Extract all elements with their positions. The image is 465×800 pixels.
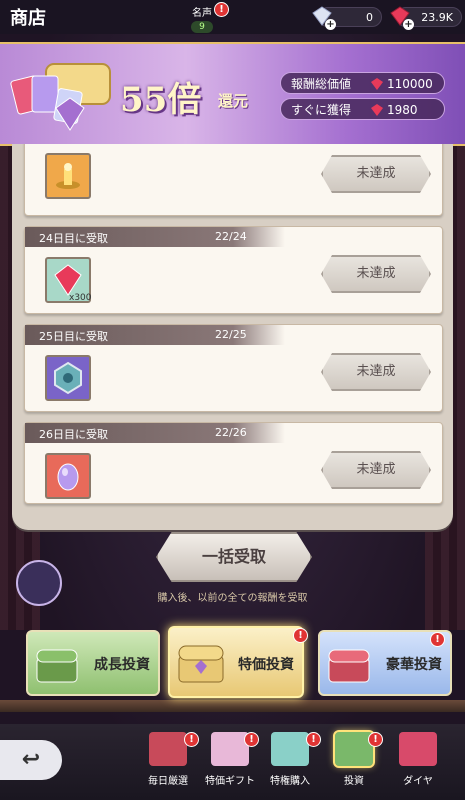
nav-alert-icon: ! <box>184 732 199 747</box>
diamond-icon <box>399 732 437 766</box>
nav-label: 投資 <box>344 776 364 787</box>
return-multiplier-suffix: 還元 <box>218 92 249 110</box>
tier-alert-icon: ! <box>430 632 445 647</box>
tier-label: 豪華投資 <box>386 657 442 673</box>
tier-growth-investment[interactable]: 成長投資 <box>26 630 160 696</box>
investment-banner: 55倍 還元 報酬総価値 110000 すぐに獲得 1980 <box>0 42 465 146</box>
reward-card: 26日目に受取 22/26 未達成 <box>24 422 443 504</box>
tier-label: 成長投資 <box>94 657 150 673</box>
page-title: 商店 <box>10 8 46 29</box>
total-value-pill: 報酬総価値 110000 <box>280 72 445 94</box>
green-chest-icon <box>36 649 78 683</box>
nav-label: 特価ギフト <box>205 776 255 787</box>
reward-day: 25日目に受取 <box>39 330 108 343</box>
reward-quantity: x300 <box>69 293 92 303</box>
nav-alert-icon: ! <box>306 732 321 747</box>
reward-card-header: 25日目に受取 22/25 <box>25 325 285 345</box>
reward-item[interactable] <box>45 153 91 199</box>
instant-value: 1980 <box>387 103 418 117</box>
tier-special-investment[interactable]: 特価投資 <box>168 626 304 698</box>
ruby-value: 23.9K <box>421 11 453 24</box>
reward-card: 25日目に受取 22/25 未達成 <box>24 324 443 412</box>
instant-value-pill: すぐに獲得 1980 <box>280 98 445 120</box>
stage-pedestal <box>0 700 465 712</box>
reward-progress: 22/26 <box>215 426 247 439</box>
daily-pick-icon <box>149 732 187 766</box>
fame-alert-icon: ! <box>214 2 229 17</box>
crystal-value: 0 <box>366 11 373 24</box>
bulk-claim-button[interactable]: 一括受取 <box>156 532 312 582</box>
total-value: 110000 <box>387 77 433 91</box>
reward-progress: 22/25 <box>215 328 247 341</box>
nav-label: 特権購入 <box>270 776 310 787</box>
reward-list[interactable]: 未達成 24日目に受取 22/24 x300 未達成 25日目に受取 22/25… <box>12 144 453 530</box>
treasure-chest-icon <box>10 63 111 131</box>
ruby-currency[interactable]: + 23.9K <box>390 6 462 30</box>
fame-indicator[interactable]: 名声 9 <box>187 1 217 33</box>
reward-status-button[interactable]: 未達成 <box>321 451 431 489</box>
reward-card-header: 26日目に受取 22/26 <box>25 423 285 443</box>
nav-label: ダイヤ <box>403 776 433 787</box>
return-multiplier: 55倍 <box>120 80 202 120</box>
reward-card-header: 24日目に受取 22/24 <box>25 227 285 247</box>
reward-item[interactable] <box>45 453 91 499</box>
total-value-label: 報酬総価値 <box>291 77 352 91</box>
crystal-currency[interactable]: + 0 <box>312 6 382 30</box>
ruby-icon <box>371 104 383 116</box>
reward-card: 未達成 <box>24 144 443 216</box>
reward-status-button[interactable]: 未達成 <box>321 255 431 293</box>
reward-day: 24日目に受取 <box>39 232 108 245</box>
nav-alert-icon: ! <box>244 732 259 747</box>
privilege-icon <box>271 732 309 766</box>
nav-alert-icon: ! <box>368 732 383 747</box>
back-button[interactable]: ↩ <box>0 740 62 780</box>
instant-value-label: すぐに獲得 <box>291 103 352 117</box>
reward-status-button[interactable]: 未達成 <box>321 353 431 391</box>
gold-chest-icon <box>178 645 224 683</box>
reward-item[interactable] <box>45 355 91 401</box>
reward-progress: 22/24 <box>215 230 247 243</box>
nav-diamond[interactable]: ダイヤ <box>390 732 446 796</box>
tier-alert-icon: ! <box>293 628 308 643</box>
reward-card: 24日目に受取 22/24 x300 未達成 <box>24 226 443 314</box>
fame-value: 9 <box>191 21 213 33</box>
reward-item[interactable]: x300 <box>45 257 92 303</box>
tier-label: 特価投資 <box>238 657 294 673</box>
emblem-icon <box>54 361 82 395</box>
ruby-icon <box>371 78 383 90</box>
nav-label: 毎日厳選 <box>148 776 188 787</box>
add-crystal-icon[interactable]: + <box>325 19 336 30</box>
reward-status-button[interactable]: 未達成 <box>321 155 431 193</box>
egg-icon <box>57 463 79 491</box>
add-ruby-icon[interactable]: + <box>403 19 414 30</box>
red-chest-icon <box>328 649 370 683</box>
lamp-icon <box>56 163 80 189</box>
fame-label: 名声 <box>192 8 212 19</box>
bulk-claim-hint: 購入後、以前の全ての報酬を受取 <box>157 593 308 604</box>
reward-day: 26日目に受取 <box>39 428 108 441</box>
